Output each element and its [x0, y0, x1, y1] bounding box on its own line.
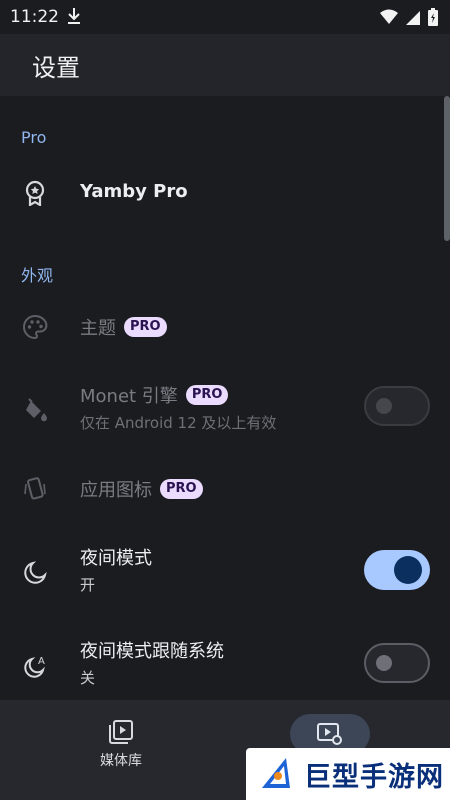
pro-badge: PRO: [185, 385, 229, 405]
signal-icon: [406, 10, 420, 29]
scrollbar[interactable]: [444, 96, 450, 241]
toggle-knob: [394, 556, 422, 584]
watermark-logo-icon: [262, 758, 290, 788]
monet-title: Monet 引擎 PRO: [80, 382, 229, 408]
palette-icon: [22, 314, 48, 340]
pro-badge: PRO: [160, 479, 203, 499]
award-icon: [22, 180, 48, 207]
app-icon-icon: [22, 476, 48, 502]
night-mode-title: 夜间模式: [80, 548, 152, 569]
settings-item-monet[interactable]: Monet 引擎 PRO 仅在 Android 12 及以上有效: [0, 378, 440, 442]
nav-item-media-library[interactable]: 媒体库: [76, 718, 166, 770]
pro-badge: PRO: [124, 317, 167, 337]
app-icon-label: 应用图标: [80, 480, 152, 501]
battery-icon: [428, 8, 438, 30]
download-icon: [66, 6, 82, 30]
night-follow-toggle[interactable]: [364, 643, 430, 683]
app-icon-title: 应用图标 PRO: [80, 476, 203, 502]
settings-item-night-follow-system[interactable]: A 夜间模式跟随系统 关: [0, 633, 440, 697]
watermark-logo: 巨型手游网: [246, 748, 450, 800]
toggle-knob: [376, 398, 392, 414]
settings-list[interactable]: Pro Yamby Pro 外观 主题 PRO Monet 引擎 PRO 仅在 …: [0, 96, 450, 700]
media-library-icon: [76, 718, 166, 750]
settings-play-icon: [316, 721, 344, 751]
wifi-icon: [380, 9, 398, 29]
settings-item-app-icon[interactable]: 应用图标 PRO: [0, 463, 440, 513]
svg-text:A: A: [38, 656, 45, 667]
monet-subtitle: 仅在 Android 12 及以上有效: [80, 414, 277, 432]
section-header-pro: Pro: [21, 128, 47, 147]
toggle-knob: [376, 655, 392, 671]
paint-bucket-icon: [22, 398, 48, 424]
moon-icon: [22, 560, 48, 586]
settings-item-night-mode[interactable]: 夜间模式 开: [0, 540, 440, 604]
status-bar: 11:22: [0, 0, 450, 34]
settings-item-theme[interactable]: 主题 PRO: [0, 301, 440, 351]
night-follow-title: 夜间模式跟随系统: [80, 641, 224, 662]
nav-label-media-library: 媒体库: [100, 753, 142, 769]
night-mode-toggle[interactable]: [364, 550, 430, 590]
status-time: 11:22: [10, 7, 59, 27]
monet-toggle[interactable]: [364, 386, 430, 426]
watermark-text: 巨型手游网: [304, 761, 444, 793]
page-title: 设置: [32, 54, 80, 82]
section-header-appearance: 外观: [21, 266, 54, 285]
yamby-pro-title: Yamby Pro: [80, 181, 188, 202]
night-mode-subtitle: 开: [80, 576, 96, 594]
theme-label: 主题: [80, 318, 116, 339]
monet-label: Monet 引擎: [80, 386, 178, 407]
theme-title: 主题 PRO: [80, 314, 167, 340]
night-follow-subtitle: 关: [80, 669, 96, 687]
settings-item-yamby-pro[interactable]: Yamby Pro: [0, 168, 440, 218]
moon-auto-icon: A: [22, 653, 48, 679]
app-bar: 设置: [0, 34, 450, 96]
